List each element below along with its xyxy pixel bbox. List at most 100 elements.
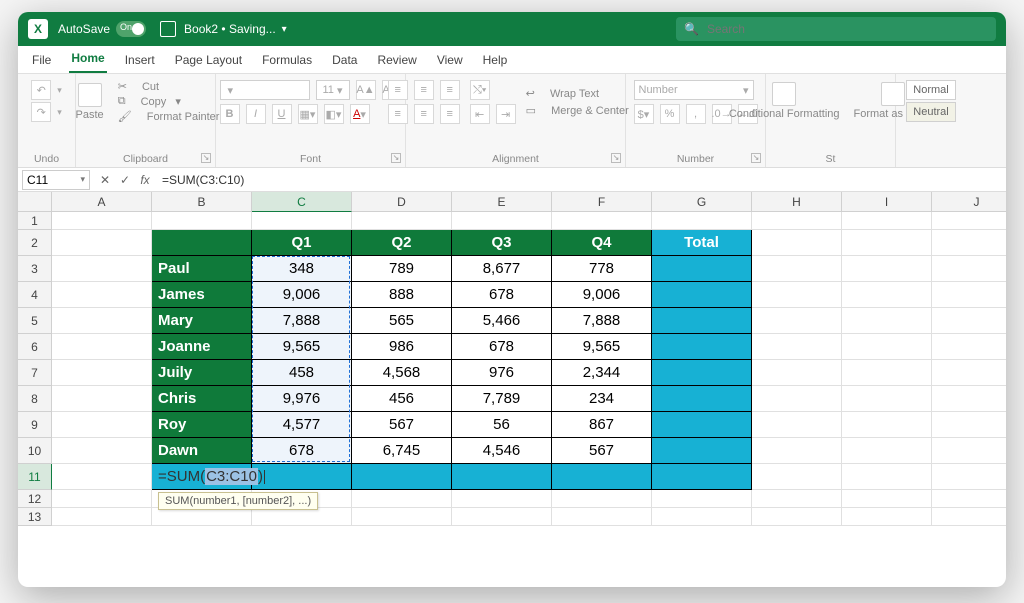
style-normal[interactable]: Normal [906, 80, 956, 100]
cell-I12[interactable] [842, 490, 932, 508]
row-header-1[interactable]: 1 [18, 212, 52, 230]
cell-F8[interactable]: 234 [552, 386, 652, 412]
cell-C3[interactable]: 348 [252, 256, 352, 282]
row-header-2[interactable]: 2 [18, 230, 52, 256]
cell-D1[interactable] [352, 212, 452, 230]
cell-H9[interactable] [752, 412, 842, 438]
cell-E3[interactable]: 8,677 [452, 256, 552, 282]
cell-J7[interactable] [932, 360, 1006, 386]
tab-data[interactable]: Data [330, 47, 359, 73]
cell-A4[interactable] [52, 282, 152, 308]
col-header-G[interactable]: G [652, 192, 752, 212]
confirm-formula-button[interactable]: ✓ [116, 171, 134, 189]
cell-H4[interactable] [752, 282, 842, 308]
doc-name[interactable]: Book2 • Saving... [184, 22, 276, 36]
cell-J11[interactable] [932, 464, 1006, 490]
cell-H13[interactable] [752, 508, 842, 526]
col-header-E[interactable]: E [452, 192, 552, 212]
cell-B5[interactable]: Mary [152, 308, 252, 334]
cell-D5[interactable]: 565 [352, 308, 452, 334]
cell-C11[interactable] [252, 464, 352, 490]
cell-A1[interactable] [52, 212, 152, 230]
cell-C10[interactable]: 678 [252, 438, 352, 464]
clipboard-dialog-launcher[interactable]: ↘ [201, 153, 211, 163]
fill-color-button[interactable]: ◧▾ [324, 104, 344, 124]
italic-button[interactable]: I [246, 104, 266, 124]
cell-G7[interactable] [652, 360, 752, 386]
cell-A2[interactable] [52, 230, 152, 256]
cell-H2[interactable] [752, 230, 842, 256]
cell-C1[interactable] [252, 212, 352, 230]
cell-J6[interactable] [932, 334, 1006, 360]
cell-B1[interactable] [152, 212, 252, 230]
cell-I2[interactable] [842, 230, 932, 256]
cut-button[interactable]: ✂ Cut [118, 80, 220, 93]
cancel-formula-button[interactable]: ✕ [96, 171, 114, 189]
cell-B7[interactable]: Juily [152, 360, 252, 386]
cell-A10[interactable] [52, 438, 152, 464]
cell-G3[interactable] [652, 256, 752, 282]
cell-A7[interactable] [52, 360, 152, 386]
style-neutral[interactable]: Neutral [906, 102, 956, 122]
cell-A13[interactable] [52, 508, 152, 526]
cell-I1[interactable] [842, 212, 932, 230]
spreadsheet-grid[interactable]: ABCDEFGHIJ 12345678910111213 Q1Q2Q3Q4Tot… [18, 192, 1006, 587]
cell-B9[interactable]: Roy [152, 412, 252, 438]
border-button[interactable]: ▦▾ [298, 104, 318, 124]
conditional-formatting-button[interactable]: Conditional Formatting [725, 80, 844, 122]
cell-I8[interactable] [842, 386, 932, 412]
cell-D10[interactable]: 6,745 [352, 438, 452, 464]
cell-H7[interactable] [752, 360, 842, 386]
col-header-B[interactable]: B [152, 192, 252, 212]
cell-G1[interactable] [652, 212, 752, 230]
font-color-button[interactable]: A▾ [350, 104, 370, 124]
formula-input[interactable]: =SUM(C3:C10) [156, 173, 1006, 187]
paste-button[interactable]: Paste [72, 81, 108, 123]
col-header-I[interactable]: I [842, 192, 932, 212]
align-center-icon[interactable]: ≡ [414, 104, 434, 124]
cell-B8[interactable]: Chris [152, 386, 252, 412]
cell-D3[interactable]: 789 [352, 256, 452, 282]
cell-H5[interactable] [752, 308, 842, 334]
row-header-8[interactable]: 8 [18, 386, 52, 412]
cell-F4[interactable]: 9,006 [552, 282, 652, 308]
format-painter-button[interactable]: 🖌 Format Painter [118, 110, 220, 123]
comma-icon[interactable]: , [686, 104, 706, 124]
name-box[interactable]: C11▾ [22, 170, 90, 190]
undo-icon[interactable]: ↶ [31, 80, 51, 100]
cell-I7[interactable] [842, 360, 932, 386]
cell-H8[interactable] [752, 386, 842, 412]
alignment-dialog-launcher[interactable]: ↘ [611, 153, 621, 163]
increase-font-icon[interactable]: A▲ [356, 80, 376, 100]
cell-I4[interactable] [842, 282, 932, 308]
cell-C5[interactable]: 7,888 [252, 308, 352, 334]
cell-G11[interactable] [652, 464, 752, 490]
cell-H6[interactable] [752, 334, 842, 360]
cell-H1[interactable] [752, 212, 842, 230]
underline-button[interactable]: U [272, 104, 292, 124]
cell-F9[interactable]: 867 [552, 412, 652, 438]
cell-J2[interactable] [932, 230, 1006, 256]
cell-D13[interactable] [352, 508, 452, 526]
cell-A9[interactable] [52, 412, 152, 438]
row-header-7[interactable]: 7 [18, 360, 52, 386]
cell-H11[interactable] [752, 464, 842, 490]
cell-A3[interactable] [52, 256, 152, 282]
cell-G10[interactable] [652, 438, 752, 464]
cell-I10[interactable] [842, 438, 932, 464]
col-header-C[interactable]: C [252, 192, 352, 212]
search-input[interactable] [707, 22, 988, 36]
cell-J5[interactable] [932, 308, 1006, 334]
row-header-13[interactable]: 13 [18, 508, 52, 526]
select-all-corner[interactable] [18, 192, 52, 212]
cell-E5[interactable]: 5,466 [452, 308, 552, 334]
search-box[interactable]: 🔍 [676, 17, 996, 41]
save-icon[interactable] [160, 21, 176, 37]
cell-D9[interactable]: 567 [352, 412, 452, 438]
cell-I11[interactable] [842, 464, 932, 490]
cell-J1[interactable] [932, 212, 1006, 230]
cell-E7[interactable]: 976 [452, 360, 552, 386]
percent-icon[interactable]: % [660, 104, 680, 124]
col-header-F[interactable]: F [552, 192, 652, 212]
cell-G9[interactable] [652, 412, 752, 438]
